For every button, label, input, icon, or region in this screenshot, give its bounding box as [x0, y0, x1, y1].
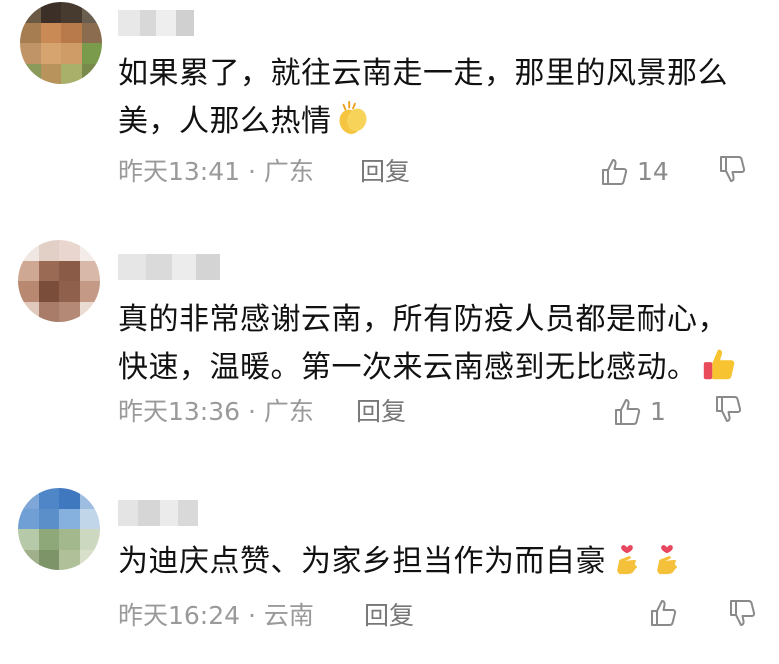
timestamp: 昨天13:41 · 广东 — [118, 157, 314, 186]
username-blurred[interactable] — [118, 10, 194, 36]
comment-item: 真的非常感谢云南，所有防疫人员都是耐心， 快速，温暖。第一次来云南感到无比感动。… — [0, 232, 779, 442]
comment-meta: 昨天13:36 · 广东 回复 1 — [118, 394, 779, 430]
thumbs-up-icon — [602, 159, 628, 185]
thumbs-up-icon — [703, 349, 734, 380]
reply-button[interactable]: 回复 — [360, 154, 410, 190]
username-blurred[interactable] — [118, 500, 198, 526]
avatar[interactable] — [20, 2, 102, 84]
like-button[interactable]: 14 — [599, 154, 669, 190]
reply-button[interactable]: 回复 — [364, 598, 414, 634]
finger-heart-icon — [617, 545, 637, 575]
thumbs-down-icon — [730, 600, 756, 626]
comment-text: 真的非常感谢云南，所有防疫人员都是耐心， 快速，温暖。第一次来云南感到无比感动。 — [118, 296, 758, 392]
like-count: 14 — [637, 157, 669, 186]
avatar[interactable] — [18, 488, 100, 570]
thumbs-down-icon — [716, 396, 742, 422]
like-button[interactable] — [648, 598, 686, 628]
like-count: 1 — [650, 397, 666, 426]
like-button[interactable]: 1 — [612, 394, 666, 430]
comment-text: 如果累了，就往云南走一走，那里的风景那么 美，人那么热情 — [118, 56, 728, 139]
thumbs-down-icon — [720, 156, 746, 182]
comment-text: 为迪庆点赞、为家乡担当作为而自豪 — [118, 538, 758, 586]
timestamp: 昨天13:36 · 广东 — [118, 397, 314, 426]
timestamp: 昨天16:24 · 云南 — [118, 601, 314, 630]
dislike-button[interactable] — [717, 154, 747, 184]
comment-meta: 昨天16:24 · 云南 回复 — [118, 598, 779, 634]
thumbs-up-icon — [615, 399, 641, 425]
clapping-hands-icon — [338, 100, 366, 134]
comment-item: 如果累了，就往云南走一走，那里的风景那么 美，人那么热情 昨天13:41 · 广… — [0, 0, 779, 210]
finger-heart-icon — [657, 545, 677, 575]
avatar[interactable] — [18, 240, 100, 322]
reply-button[interactable]: 回复 — [356, 394, 406, 430]
username-blurred[interactable] — [118, 254, 220, 280]
comment-meta: 昨天13:41 · 广东 回复 14 — [118, 154, 779, 190]
comment-item: 为迪庆点赞、为家乡担当作为而自豪 昨天16:24 · 云南 回复 — [0, 486, 779, 664]
dislike-button[interactable] — [727, 598, 757, 628]
thumbs-up-icon — [651, 600, 677, 626]
dislike-button[interactable] — [713, 394, 743, 424]
